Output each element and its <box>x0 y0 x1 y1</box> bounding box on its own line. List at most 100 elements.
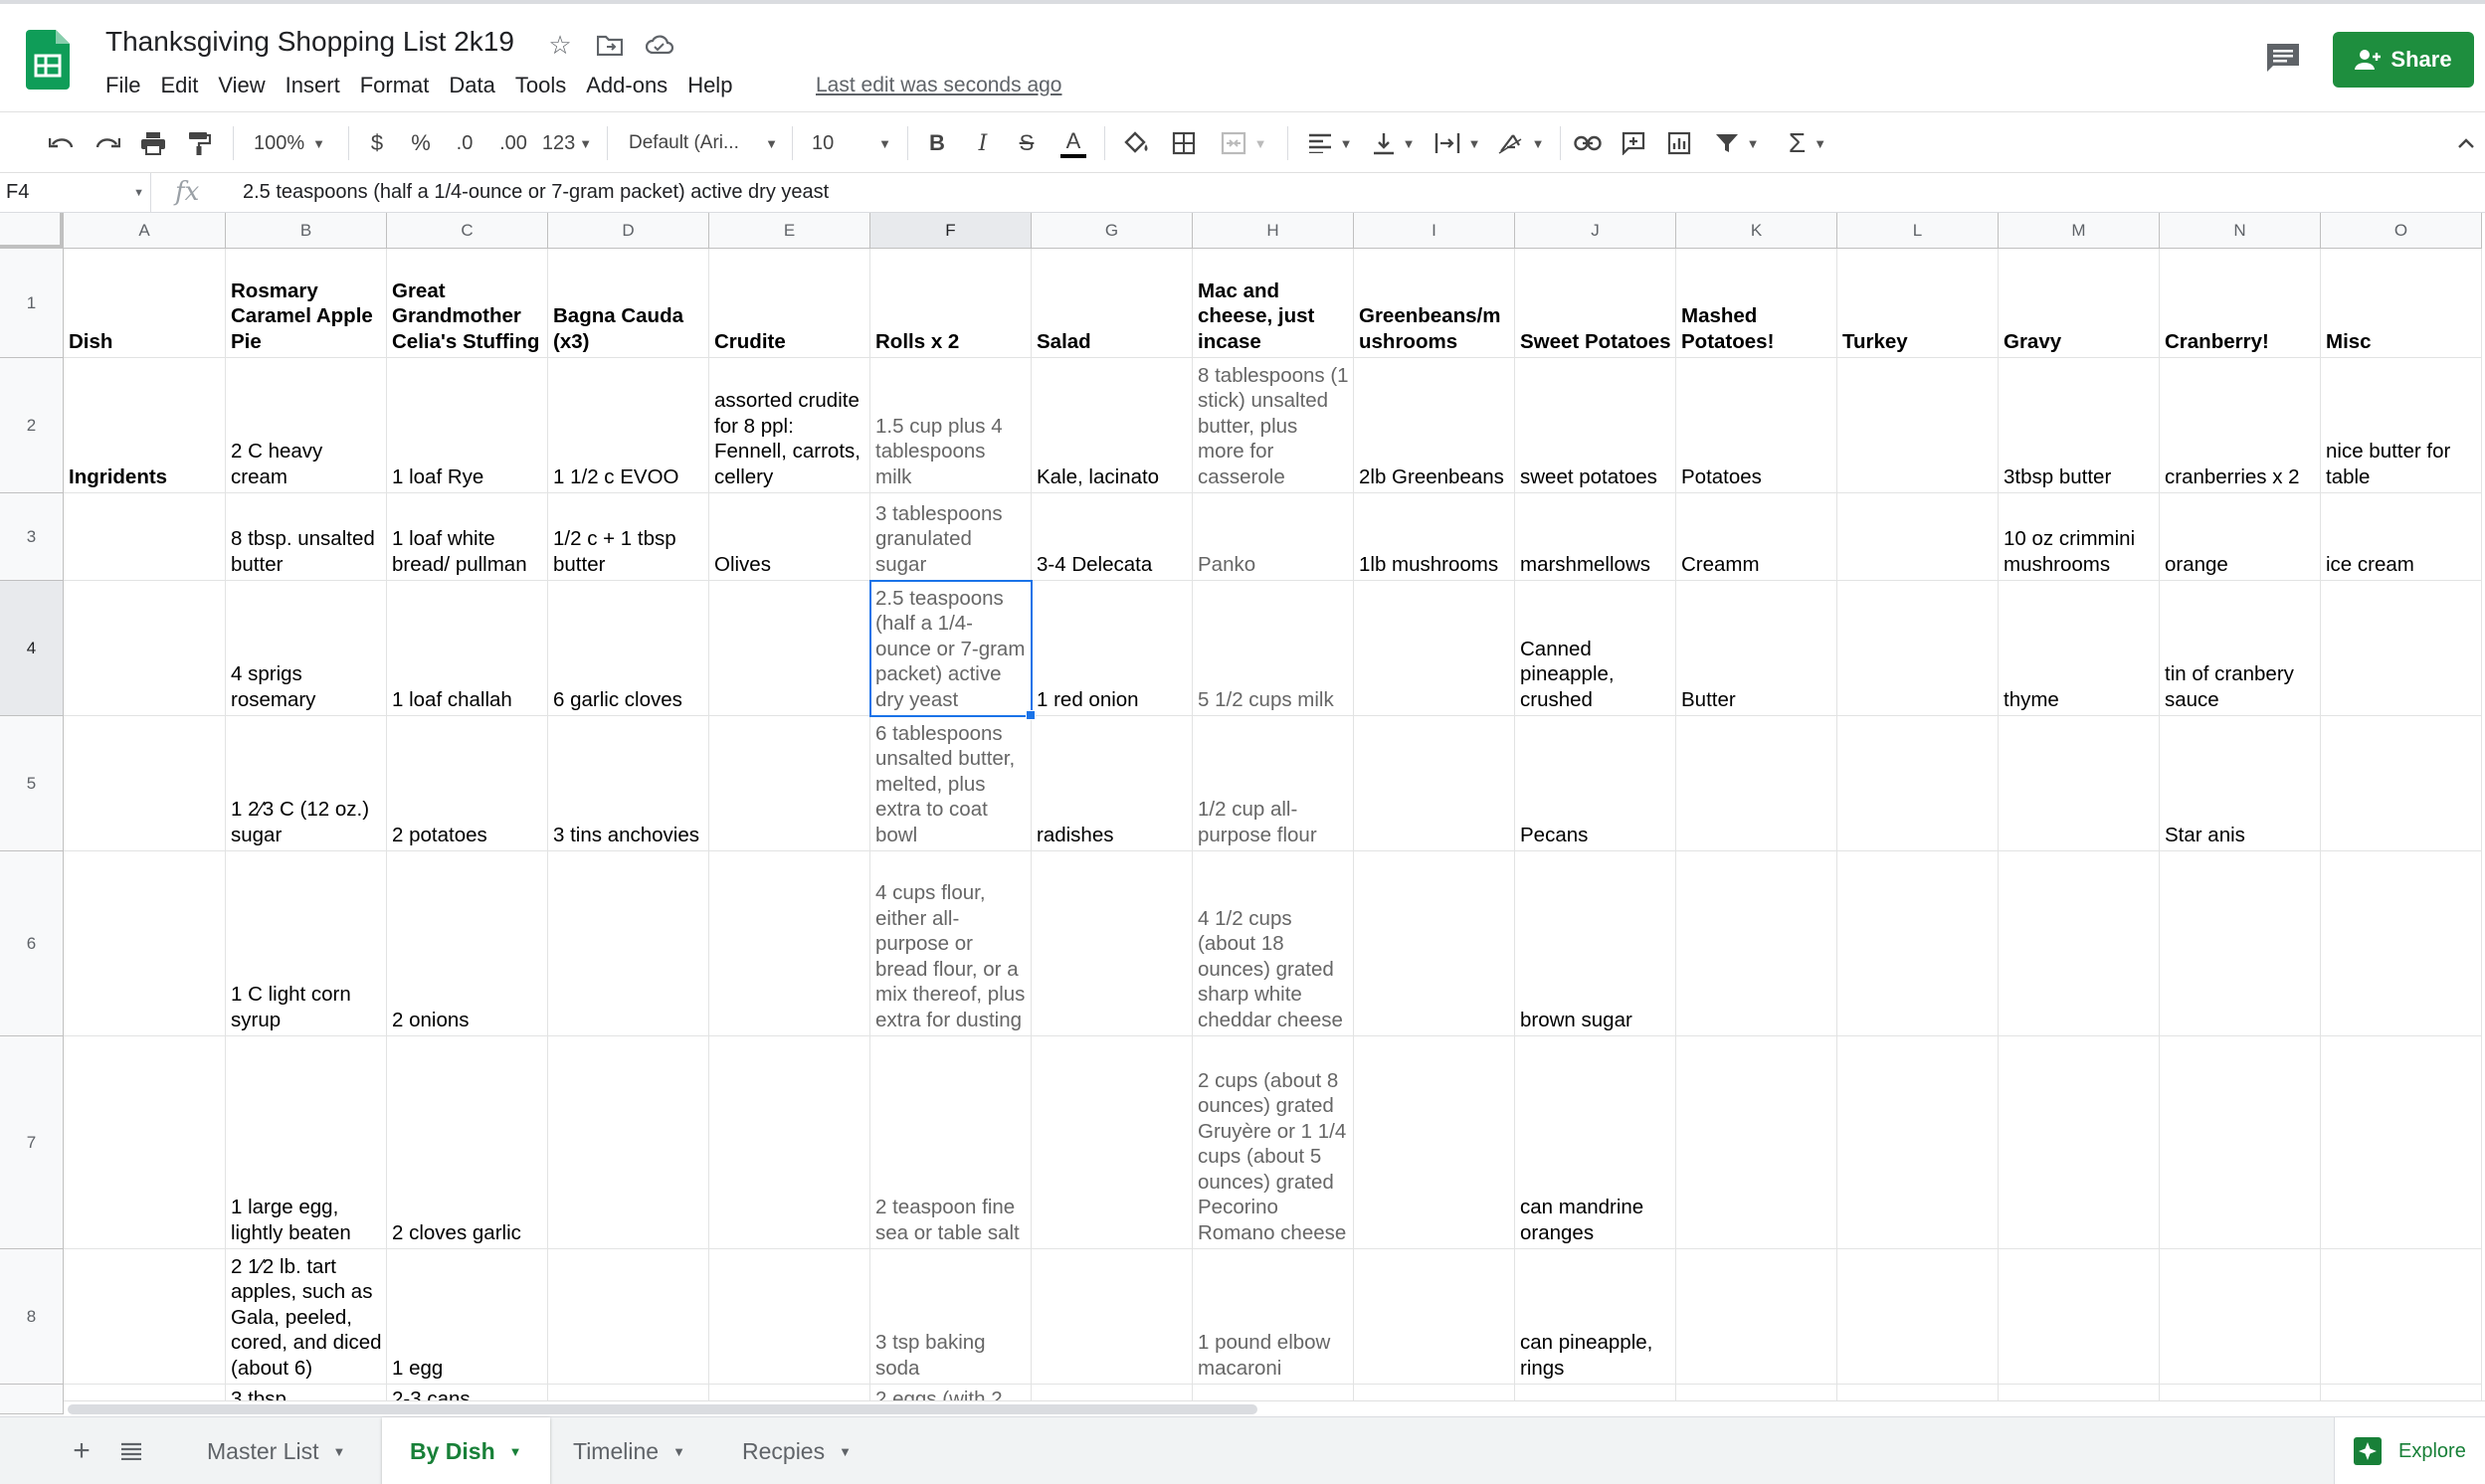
row-header-5[interactable]: 5 <box>0 716 64 851</box>
cell-i8[interactable] <box>1354 1249 1515 1385</box>
cell-d1[interactable]: Bagna Cauda (x3) <box>548 249 709 358</box>
column-header-o[interactable]: O <box>2321 213 2482 249</box>
column-header-b[interactable]: B <box>226 213 387 249</box>
cell-n6[interactable] <box>2160 851 2321 1036</box>
cell-o5[interactable] <box>2321 716 2482 851</box>
cell-d4[interactable]: 6 garlic cloves <box>548 581 709 716</box>
menu-format[interactable]: Format <box>350 72 440 99</box>
percent-format-button[interactable]: % <box>406 124 436 162</box>
column-header-d[interactable]: D <box>548 213 709 249</box>
menu-data[interactable]: Data <box>439 72 504 99</box>
cell-j3[interactable]: marshmellows <box>1515 493 1676 581</box>
cell-k7[interactable] <box>1676 1036 1837 1249</box>
cell-m7[interactable] <box>1999 1036 2160 1249</box>
cell-n2[interactable]: cranberries x 2 <box>2160 358 2321 493</box>
formula-input[interactable]: 2.5 teaspoons (half a 1/4-ounce or 7-gra… <box>243 181 829 204</box>
column-header-k[interactable]: K <box>1676 213 1837 249</box>
column-header-i[interactable]: I <box>1354 213 1515 249</box>
horizontal-scrollbar[interactable] <box>64 1400 2485 1416</box>
cell-a7[interactable] <box>64 1036 226 1249</box>
row-header-2[interactable]: 2 <box>0 358 64 493</box>
cell-o6[interactable] <box>2321 851 2482 1036</box>
menu-add-ons[interactable]: Add-ons <box>576 72 677 99</box>
document-title[interactable]: Thanksgiving Shopping List 2k19 <box>105 26 514 58</box>
row-header-6[interactable]: 6 <box>0 851 64 1036</box>
last-edit-link[interactable]: Last edit was seconds ago <box>816 74 1062 97</box>
cell-j7[interactable]: can mandrine oranges <box>1515 1036 1676 1249</box>
cell-e5[interactable] <box>709 716 870 851</box>
cell-g4[interactable]: 1 red onion <box>1032 581 1193 716</box>
insert-comment-icon[interactable] <box>1616 124 1651 162</box>
cell-a3[interactable] <box>64 493 226 581</box>
increase-decimal-button[interactable]: .00 <box>493 124 533 162</box>
sheet-tab-menu-icon[interactable]: ▼ <box>839 1444 852 1459</box>
row-header-8[interactable]: 8 <box>0 1249 64 1385</box>
cell-a2[interactable]: Ingridents <box>64 358 226 493</box>
cell-n4[interactable]: tin of cranbery sauce <box>2160 581 2321 716</box>
cell-i3[interactable]: 1lb mushrooms <box>1354 493 1515 581</box>
cell-m3[interactable]: 10 oz crimmini mushrooms <box>1999 493 2160 581</box>
cell-h2[interactable]: 8 tablespoons (1 stick) unsalted butter,… <box>1193 358 1354 493</box>
sheet-tab-by-dish[interactable]: By Dish ▼ <box>382 1417 550 1484</box>
text-wrapping-icon[interactable]: ▼ <box>1431 124 1484 162</box>
cell-k4[interactable]: Butter <box>1676 581 1837 716</box>
cell-a8[interactable] <box>64 1249 226 1385</box>
cell-n7[interactable] <box>2160 1036 2321 1249</box>
cell-k2[interactable]: Potatoes <box>1676 358 1837 493</box>
column-header-m[interactable]: M <box>1999 213 2160 249</box>
cell-h1[interactable]: Mac and cheese, just incase <box>1193 249 1354 358</box>
cell-d2[interactable]: 1 1/2 c EVOO <box>548 358 709 493</box>
cell-g5[interactable]: radishes <box>1032 716 1193 851</box>
cell-j4[interactable]: Canned pineapple, crushed <box>1515 581 1676 716</box>
scrollbar-thumb[interactable] <box>68 1404 1257 1414</box>
cell-l1[interactable]: Turkey <box>1837 249 1999 358</box>
cell-j8[interactable]: can pineapple, rings <box>1515 1249 1676 1385</box>
cell-c5[interactable]: 2 potatoes <box>387 716 548 851</box>
cell-a4[interactable] <box>64 581 226 716</box>
bold-button[interactable]: B <box>921 124 953 162</box>
cell-o1[interactable]: Misc <box>2321 249 2482 358</box>
collapse-menu-icon[interactable] <box>2451 124 2481 162</box>
cell-i4[interactable] <box>1354 581 1515 716</box>
cell-b4[interactable]: 4 sprigs rosemary <box>226 581 387 716</box>
row-header-4[interactable]: 4 <box>0 581 64 716</box>
cell-n8[interactable] <box>2160 1249 2321 1385</box>
font-size-select[interactable]: 10 ▼ <box>812 124 891 162</box>
sheet-tab-menu-icon[interactable]: ▼ <box>672 1444 685 1459</box>
cell-n1[interactable]: Cranberry! <box>2160 249 2321 358</box>
vertical-align-icon[interactable]: ▼ <box>1367 124 1421 162</box>
print-icon[interactable] <box>135 124 171 162</box>
cell-e7[interactable] <box>709 1036 870 1249</box>
paint-format-icon[interactable] <box>181 124 217 162</box>
cell-o3[interactable]: ice cream <box>2321 493 2482 581</box>
cell-e8[interactable] <box>709 1249 870 1385</box>
sheet-tab-menu-icon[interactable]: ▼ <box>332 1444 345 1459</box>
cell-e2[interactable]: assorted crudite for 8 ppl: Fennell, car… <box>709 358 870 493</box>
column-header-h[interactable]: H <box>1193 213 1354 249</box>
cell-j1[interactable]: Sweet Potatoes <box>1515 249 1676 358</box>
cell-e1[interactable]: Crudite <box>709 249 870 358</box>
merge-cells-icon[interactable]: ▼ <box>1214 124 1273 162</box>
menu-view[interactable]: View <box>208 72 275 99</box>
horizontal-align-icon[interactable]: ▼ <box>1303 124 1357 162</box>
cell-d3[interactable]: 1/2 c + 1 tbsp butter <box>548 493 709 581</box>
decrease-decimal-button[interactable]: .0 <box>448 124 481 162</box>
cell-l4[interactable] <box>1837 581 1999 716</box>
cell-m1[interactable]: Gravy <box>1999 249 2160 358</box>
cell-k6[interactable] <box>1676 851 1837 1036</box>
sheets-logo-icon[interactable] <box>26 30 70 90</box>
font-family-select[interactable]: Default (Ari... ▼ <box>629 124 778 162</box>
cell-f5[interactable]: 6 tablespoons unsalted butter, melted, p… <box>870 716 1032 851</box>
cell-g3[interactable]: 3-4 Delecata <box>1032 493 1193 581</box>
cell-f2[interactable]: 1.5 cup plus 4 tablespoons milk <box>870 358 1032 493</box>
borders-icon[interactable] <box>1166 124 1202 162</box>
menu-insert[interactable]: Insert <box>276 72 350 99</box>
share-button[interactable]: Share <box>2333 32 2474 88</box>
text-rotation-icon[interactable]: ▼ <box>1494 124 1548 162</box>
cell-b5[interactable]: 1 2⁄3 C (12 oz.) sugar <box>226 716 387 851</box>
cell-o4[interactable] <box>2321 581 2482 716</box>
move-folder-icon[interactable] <box>593 28 627 62</box>
cell-d8[interactable] <box>548 1249 709 1385</box>
fill-color-icon[interactable] <box>1118 124 1154 162</box>
cell-o8[interactable] <box>2321 1249 2482 1385</box>
